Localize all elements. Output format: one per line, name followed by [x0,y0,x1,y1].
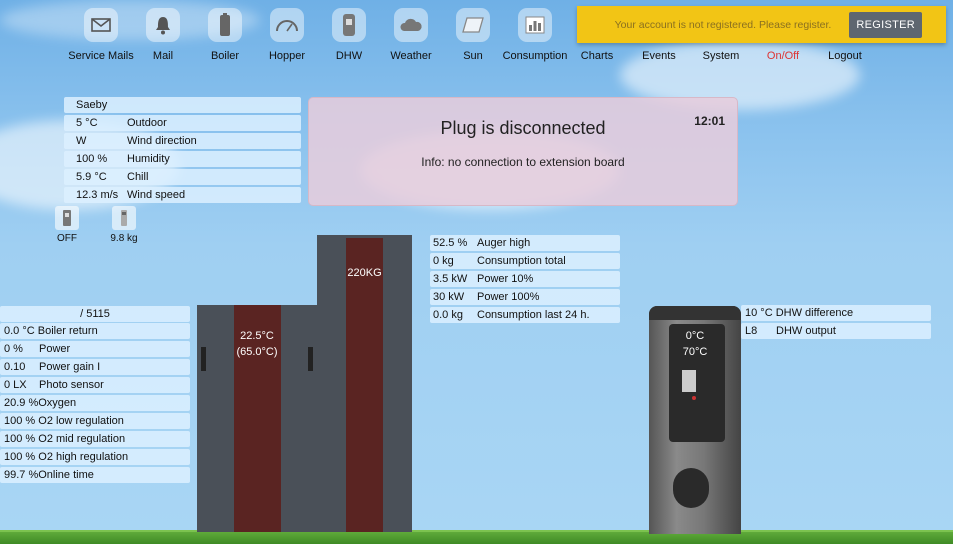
weather-row: 5 °C Outdoor [64,115,301,131]
switch-status: OFF [57,233,77,244]
boiler-row: 99.7 %Online time [0,467,190,483]
registration-message: Your account is not registered. Please r… [614,18,832,31]
dhw-temperature: 0°C [685,330,705,342]
dhw-row: 10 °C DHW difference [741,305,931,321]
status-message-panel: Plug is disconnected 12:01 Info: no conn… [308,97,738,206]
nav-consumption[interactable]: Consumption [503,8,567,62]
weather-row: 100 % Humidity [64,151,301,167]
dhw-tank[interactable]: 0°C 70°C [649,306,741,534]
tank-hatch [673,468,709,508]
boiler-row: 100 % O2 low regulation [0,413,190,429]
dhw-row: L8 DHW output [741,323,931,339]
scale-icon [112,206,136,230]
solar-panel-icon [456,8,490,42]
hopper-row: 3.5 kW Power 10% [430,271,620,287]
nav-sun[interactable]: Sun [442,8,504,62]
boiler-setpoint: (65.0°C) [236,346,278,358]
registration-banner: Your account is not registered. Please r… [577,6,946,43]
hopper-row: 30 kW Power 100% [430,289,620,305]
bell-icon [146,8,180,42]
hopper-level: 220KG [347,267,382,279]
nav-weather[interactable]: Weather [380,8,442,62]
tank-display [682,370,696,392]
hopper-front-panel [346,238,383,532]
nav-boiler[interactable]: Boiler [194,8,256,62]
switch-icon [55,206,79,230]
nav-hopper[interactable]: Hopper [256,8,318,62]
power-switch[interactable]: OFF [53,206,81,244]
boiler-icon [208,8,242,42]
boiler-row: 0.0 °C Boiler return [0,323,190,339]
water-tank-icon [332,8,366,42]
boiler-row: 0 LX Photo sensor [0,377,190,393]
bar-chart-icon [518,8,552,42]
cloud-icon [394,8,428,42]
tank-indicator [692,396,696,400]
boiler-row: 0 % Power [0,341,190,357]
boiler-row: 100 % O2 high regulation [0,449,190,465]
nav-mail[interactable]: Mail [132,8,194,62]
dhw-setpoint: 70°C [682,346,708,358]
boiler-unit[interactable]: 22.5°C (65.0°C) [197,305,317,532]
boiler-temperature: 22.5°C [240,330,274,342]
hopper-row: 0 kg Consumption total [430,253,620,269]
nav-dhw[interactable]: DHW [318,8,380,62]
message-time: 12:01 [694,114,725,128]
envelope-icon [84,8,118,42]
weather-row: 12.3 m/s Wind speed [64,187,301,203]
message-info: Info: no connection to extension board [421,155,625,169]
tank-top [649,306,741,320]
message-title: Plug is disconnected [440,118,606,138]
weather-row: 5.9 °C Chill [64,169,301,185]
boiler-row: 0.10 Power gain I [0,359,190,375]
register-button[interactable]: REGISTER [849,11,922,38]
hopper-row: 0.0 kg Consumption last 24 h. [430,307,620,323]
nav-service-mails[interactable]: Service Mails [68,8,134,62]
boiler-row: 20.9 %Oxygen [0,395,190,411]
hopper-unit[interactable]: 220KG [317,235,412,532]
boiler-row: 100 % O2 mid regulation [0,431,190,447]
pellet-scale[interactable]: 9.8 kg [104,206,144,244]
weather-location: Saeby [64,97,301,113]
gauge-icon [270,8,304,42]
boiler-header: / 5115 [0,306,190,322]
scale-weight: 9.8 kg [110,233,138,244]
ground [0,532,953,544]
weather-row: W Wind direction [64,133,301,149]
hopper-row: 52.5 % Auger high [430,235,620,251]
